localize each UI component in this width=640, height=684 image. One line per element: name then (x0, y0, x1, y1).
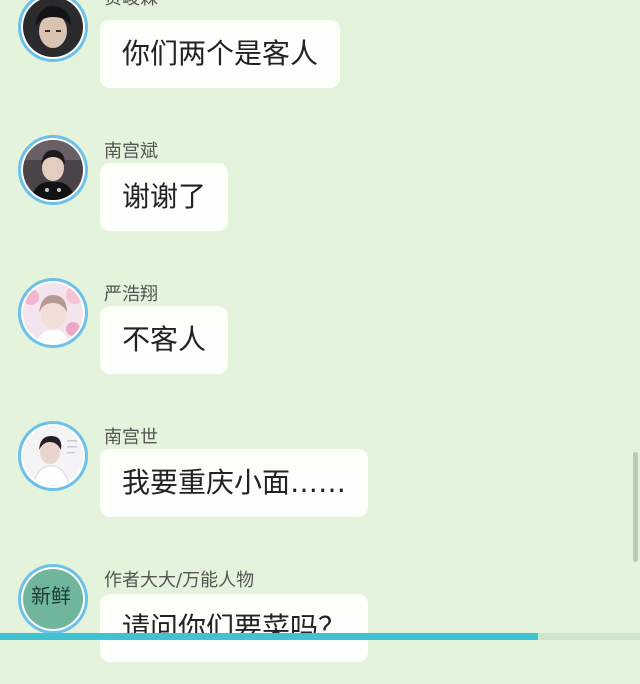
sender-name: 贺峻霖 (104, 0, 158, 10)
bottom-progress-bar (0, 633, 640, 640)
portrait-light-background-icon (23, 426, 83, 486)
chat-message: 贺峻霖 你们两个是客人 (0, 0, 640, 112)
message-bubble[interactable]: 谢谢了 (100, 163, 229, 231)
avatar[interactable] (18, 0, 88, 62)
portrait-handwritten-badge-icon: 新鲜 (23, 569, 83, 629)
scrollbar[interactable] (633, 452, 638, 562)
message-bubble[interactable]: 请问你们要菜吗？ (100, 594, 369, 662)
avatar[interactable] (18, 421, 88, 491)
bottom-progress-fill (0, 633, 538, 640)
badge-text: 新鲜 (31, 584, 71, 608)
avatar[interactable]: 新鲜 (18, 564, 88, 634)
portrait-dark-jacket-icon (23, 140, 83, 200)
avatar[interactable] (18, 135, 88, 205)
chat-message: 南宫世 我要重庆小面…… (0, 421, 640, 541)
message-bubble[interactable]: 我要重庆小面…… (100, 449, 369, 517)
chat-message: 南宫斌 谢谢了 (0, 135, 640, 255)
message-bubble[interactable]: 你们两个是客人 (100, 20, 341, 88)
sender-name: 严浩翔 (104, 284, 158, 305)
chat-area[interactable]: 贺峻霖 你们两个是客人 南宫斌 谢谢了 (0, 0, 640, 662)
sender-name: 作者大大/万能人物 (104, 570, 255, 591)
avatar[interactable] (18, 278, 88, 348)
portrait-pink-flowers-icon (23, 283, 83, 343)
chat-message: 严浩翔 不客人 (0, 278, 640, 398)
sender-name: 南宫斌 (104, 141, 158, 162)
message-bubble[interactable]: 不客人 (100, 306, 229, 374)
portrait-dark-hair-icon (23, 0, 83, 57)
sender-name: 南宫世 (104, 427, 158, 448)
chat-message: 新鲜 作者大大/万能人物 请问你们要菜吗？ (0, 564, 640, 684)
